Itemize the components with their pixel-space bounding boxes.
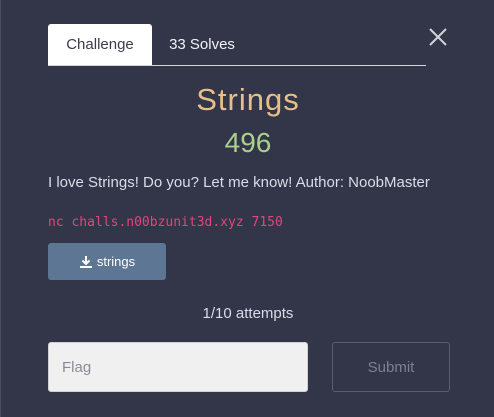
flag-input[interactable] <box>48 342 308 392</box>
tab-solves[interactable]: 33 Solves <box>152 24 252 64</box>
download-file-button[interactable]: strings <box>48 243 166 280</box>
submit-button[interactable]: Submit <box>332 342 450 392</box>
tab-challenge[interactable]: Challenge <box>48 24 152 65</box>
challenge-description: I love Strings! Do you? Let me know! Aut… <box>48 174 430 191</box>
challenge-modal: Challenge 33 Solves Strings 496 I love S… <box>0 0 494 417</box>
challenge-title: Strings <box>196 82 300 117</box>
file-name: strings <box>96 254 136 269</box>
close-icon[interactable] <box>427 26 449 48</box>
download-icon <box>79 255 92 268</box>
connection-command: nc challs.n00bzunit3d.xyz 7150 <box>48 215 283 230</box>
tab-bar: Challenge 33 Solves <box>48 24 426 66</box>
attempts-count: 1/10 attempts <box>202 305 294 322</box>
challenge-points: 496 <box>224 127 272 158</box>
